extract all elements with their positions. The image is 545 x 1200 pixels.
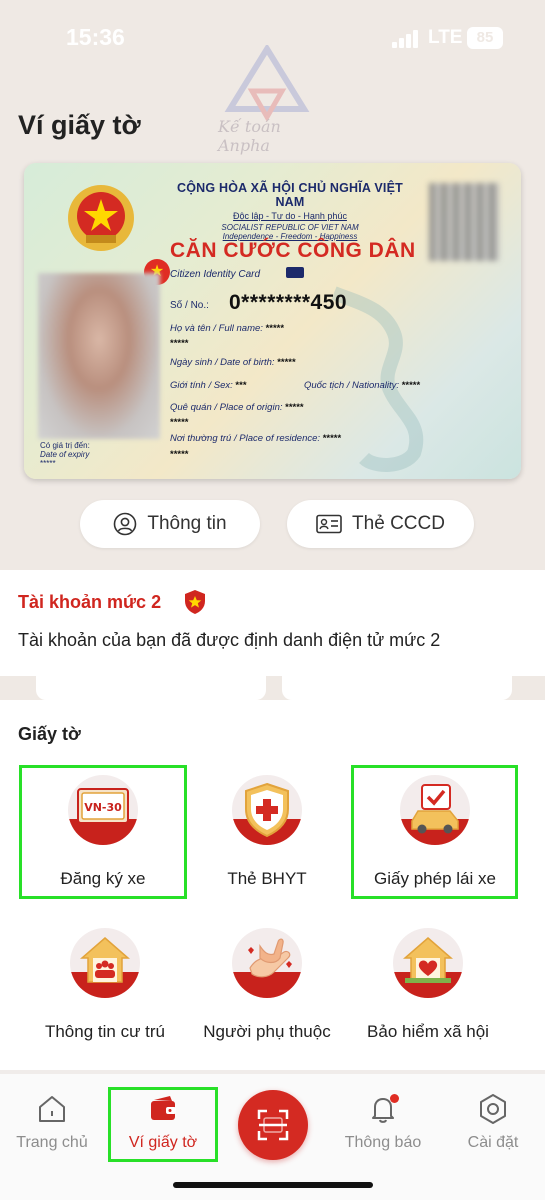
tab-settings-label: Cài đặt [467, 1134, 519, 1151]
home-icon [39, 1096, 65, 1122]
doc-residence-info[interactable]: Thông tin cư trú [21, 918, 189, 1052]
doc-label: Thẻ BHYT [227, 869, 307, 888]
country-name: CỘNG HÒA XÃ HỘI CHỦ NGHĨA VIỆT NAM [177, 181, 403, 209]
expiry-label-en: Date of expiry [40, 450, 90, 459]
watermark-logo: Kế toán Anpha [212, 43, 332, 155]
scan-button[interactable] [238, 1090, 308, 1160]
doc-label: Bảo hiểm xã hội [367, 1022, 489, 1041]
info-button-label: Thông tin [147, 513, 227, 534]
hometown-value-line2: ***** [170, 417, 189, 428]
doc-health-insurance[interactable]: Thẻ BHYT [183, 765, 351, 899]
status-time: 15:36 [66, 24, 125, 50]
sex-label: Giới tính / Sex: [170, 380, 233, 391]
residence-icon [79, 937, 131, 983]
residence-label: Nơi thường trú / Place of residence: [170, 433, 321, 444]
country-motto: Độc lập - Tự do - Hạnh phúc [233, 211, 347, 221]
residence-value-line2: ***** [170, 449, 189, 460]
hometown-value: ***** [285, 402, 304, 413]
tab-settings[interactable]: Cài đặt [438, 1092, 545, 1152]
scan-icon [257, 1109, 289, 1141]
expiry-label: Có giá trị đến: [40, 441, 90, 450]
card-photo [38, 273, 160, 439]
dependents-icon [248, 938, 292, 978]
social-insurance-icon [402, 937, 454, 983]
card-header: CỘNG HÒA XÃ HỘI CHỦ NGHĨA VIỆT NAM Độc l… [170, 181, 410, 241]
doc-dependents[interactable]: Người phụ thuộc [183, 918, 351, 1052]
shield-star-icon [185, 590, 205, 614]
hometown-label: Quê quán / Place of origin: [170, 402, 283, 413]
tab-home-label: Trang chủ [16, 1134, 88, 1151]
tab-notifications[interactable]: Thông báo [328, 1092, 438, 1152]
full-name-value-line2: ***** [170, 338, 189, 349]
plate-text: VN-30 [84, 801, 122, 814]
tab-notifications-label: Thông báo [344, 1134, 422, 1151]
carousel-card-2[interactable] [282, 676, 512, 700]
health-insurance-icon [245, 782, 289, 838]
account-level-title: Tài khoản mức 2 [18, 592, 162, 612]
page-title: Ví giấy tờ [18, 110, 141, 140]
doc-social-insurance[interactable]: Bảo hiểm xã hội [344, 918, 512, 1052]
id-number-value: 0********450 [229, 291, 348, 314]
vehicle-registration-icon: VN-30 [77, 788, 129, 824]
doc-label: Người phụ thuộc [203, 1022, 331, 1041]
card-qr-code [429, 183, 499, 261]
dob-label: Ngày sinh / Date of birth: [170, 357, 275, 368]
watermark-text: Kế toán Anpha [218, 117, 281, 155]
network-type: LTE [428, 27, 463, 48]
carousel-strip [0, 676, 545, 700]
id-number-label: Số / No.: [170, 300, 209, 311]
card-title-en: Citizen Identity Card [170, 269, 261, 280]
highlight-frame [108, 1087, 218, 1162]
home-indicator [173, 1182, 373, 1188]
id-card-button-label: Thẻ CCCD [352, 513, 445, 534]
signal-icon [392, 30, 420, 48]
id-card-icon [316, 514, 342, 534]
full-name-value: ***** [265, 323, 285, 334]
documents-section-title: Giấy tờ [18, 724, 81, 744]
nationality-value: ***** [401, 380, 421, 391]
full-name-label: Họ và tên / Full name: [170, 323, 263, 334]
driving-license-icon [411, 784, 459, 834]
id-card-button[interactable]: Thẻ CCCD [287, 500, 474, 548]
country-name-en: SOCIALIST REPUBLIC OF VIET NAM [221, 223, 359, 232]
citizen-id-card[interactable]: CỘNG HÒA XÃ HỘI CHỦ NGHĨA VIỆT NAM Độc l… [24, 163, 521, 479]
residence-value: ***** [322, 433, 342, 444]
expiry-block: Có giá trị đến: Date of expiry ***** [40, 441, 90, 468]
battery-icon: 85 [467, 27, 503, 49]
card-chip-icon [286, 267, 304, 278]
national-emblem-icon [68, 185, 134, 251]
card-title: CĂN CƯỚC CÔNG DÂN [170, 239, 416, 262]
dob-value: ***** [277, 357, 296, 368]
settings-icon [480, 1094, 506, 1124]
account-level-description: Tài khoản của bạn đã được định danh điện… [18, 630, 441, 650]
info-button[interactable]: Thông tin [80, 500, 260, 548]
sex-value: *** [235, 380, 247, 391]
notification-dot [390, 1094, 399, 1103]
tab-home[interactable]: Trang chủ [0, 1092, 107, 1152]
user-circle-icon [114, 512, 137, 536]
nationality-label: Quốc tịch / Nationality: [304, 380, 400, 391]
expiry-value: ***** [40, 459, 56, 468]
doc-label: Thông tin cư trú [44, 1022, 166, 1041]
carousel-card-1[interactable] [36, 676, 266, 700]
